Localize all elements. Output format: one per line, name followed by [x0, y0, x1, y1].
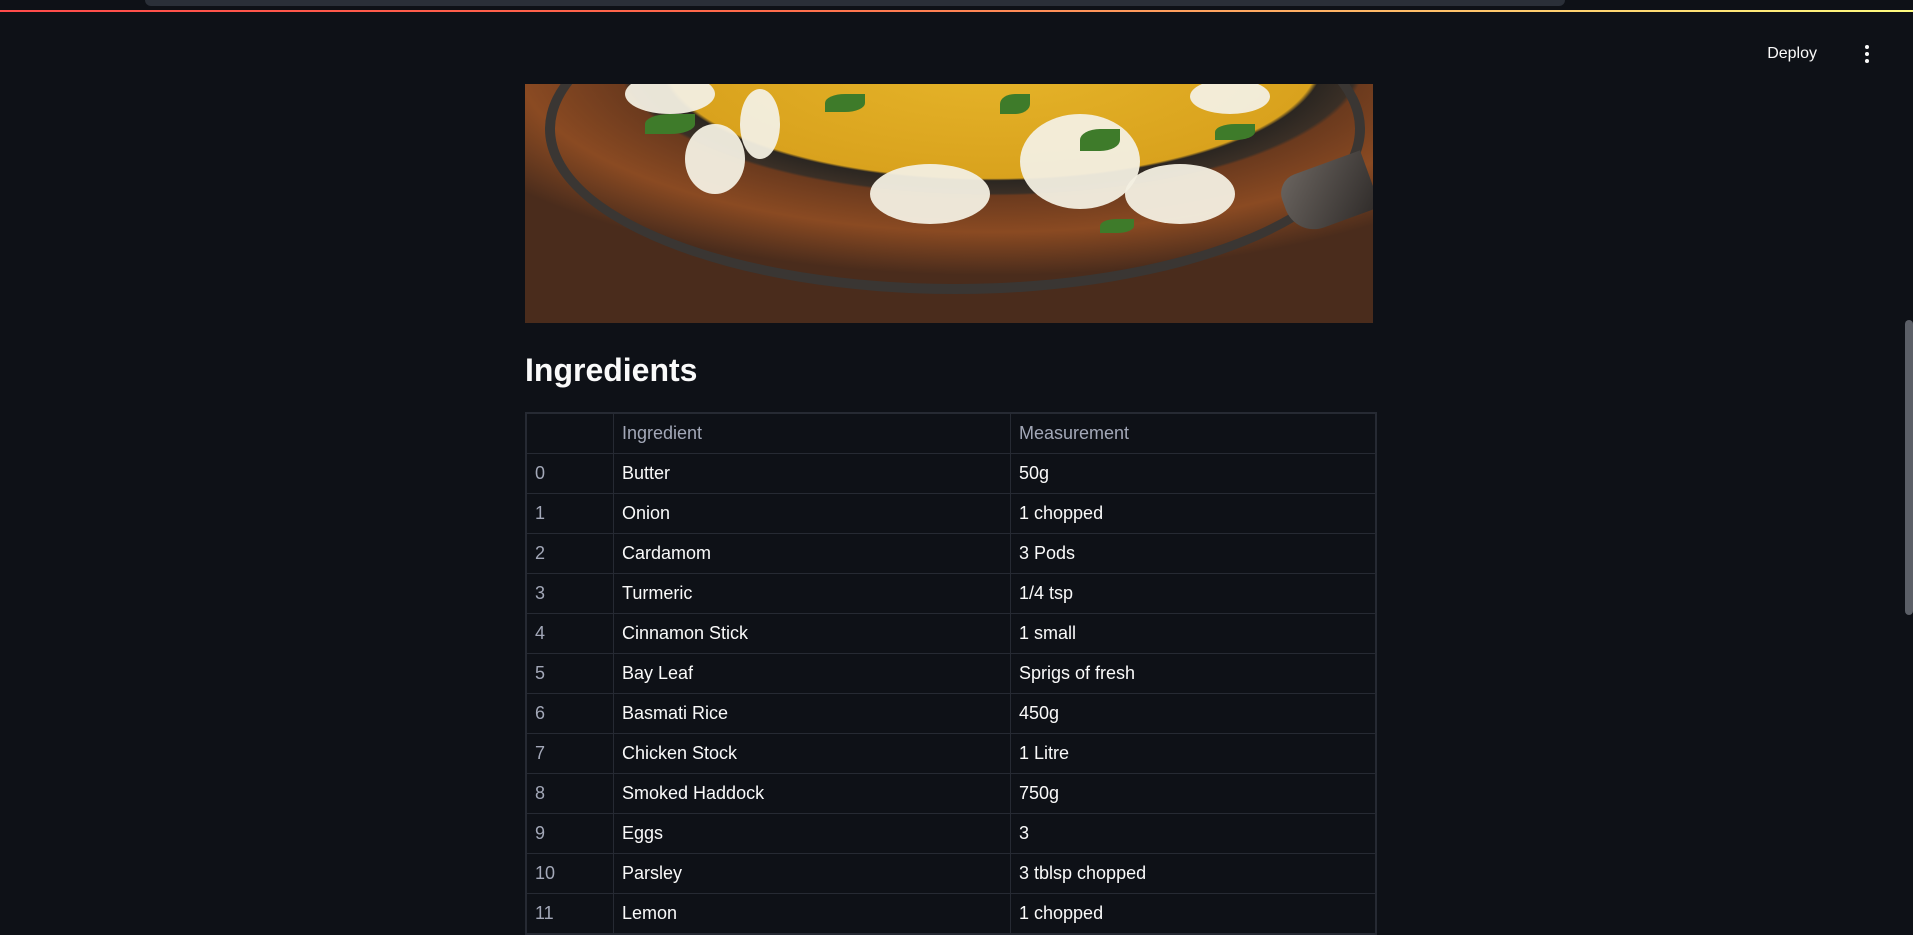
section-title: Ingredients [525, 352, 698, 388]
measurement-cell[interactable]: 3 Pods [1010, 533, 1376, 574]
ingredient-cell[interactable]: Butter [613, 453, 1011, 494]
ingredient-cell[interactable]: Bay Leaf [613, 653, 1011, 694]
row-index: 2 [526, 533, 614, 574]
egg-slice [1020, 114, 1140, 209]
ingredient-cell[interactable]: Parsley [613, 853, 1011, 894]
table-row[interactable]: 6 Basmati Rice 450g [526, 693, 1376, 734]
measurement-cell[interactable]: 1/4 tsp [1010, 573, 1376, 614]
ingredient-cell[interactable]: Eggs [613, 813, 1011, 854]
table-row[interactable]: 0 Butter 50g [526, 453, 1376, 494]
table-row[interactable]: 2 Cardamom 3 Pods [526, 533, 1376, 574]
measurement-cell[interactable]: 1 chopped [1010, 893, 1376, 934]
row-index: 6 [526, 693, 614, 734]
egg-slice [740, 89, 780, 159]
ingredient-cell[interactable]: Cinnamon Stick [613, 613, 1011, 654]
row-index: 0 [526, 453, 614, 494]
ingredients-table[interactable]: Ingredient Measurement 0 Butter 50g 1 On… [525, 412, 1377, 935]
table-row[interactable]: 4 Cinnamon Stick 1 small [526, 613, 1376, 654]
measurement-cell[interactable]: 50g [1010, 453, 1376, 494]
measurement-cell[interactable]: 1 small [1010, 613, 1376, 654]
vertical-ellipsis-icon[interactable] [1857, 42, 1877, 66]
measurement-cell[interactable]: 1 Litre [1010, 733, 1376, 774]
recipe-image [525, 84, 1373, 323]
egg-slice [685, 124, 745, 194]
herb-leaf [1080, 129, 1120, 151]
measurement-cell[interactable]: Sprigs of fresh [1010, 653, 1376, 694]
page-scrollbar[interactable] [1905, 320, 1913, 615]
row-index: 7 [526, 733, 614, 774]
browser-chrome-edge [145, 0, 1565, 6]
ingredient-cell[interactable]: Lemon [613, 893, 1011, 934]
app-header: Deploy [0, 14, 1913, 94]
herb-leaf [1100, 219, 1134, 233]
measurement-cell[interactable]: 1 chopped [1010, 493, 1376, 534]
ingredient-cell[interactable]: Smoked Haddock [613, 773, 1011, 814]
column-header-ingredient[interactable]: Ingredient [613, 413, 1011, 454]
measurement-cell[interactable]: 450g [1010, 693, 1376, 734]
table-row[interactable]: 3 Turmeric 1/4 tsp [526, 573, 1376, 614]
herb-leaf [645, 114, 695, 134]
column-header-index[interactable] [526, 413, 614, 454]
table-row[interactable]: 9 Eggs 3 [526, 813, 1376, 854]
measurement-cell[interactable]: 3 tblsp chopped [1010, 853, 1376, 894]
herb-leaf [1215, 124, 1255, 140]
column-header-measurement[interactable]: Measurement [1010, 413, 1376, 454]
row-index: 3 [526, 573, 614, 614]
ingredient-cell[interactable]: Chicken Stock [613, 733, 1011, 774]
row-index: 5 [526, 653, 614, 694]
measurement-cell[interactable]: 3 [1010, 813, 1376, 854]
herb-leaf [1000, 94, 1030, 114]
table-row[interactable]: 1 Onion 1 chopped [526, 493, 1376, 534]
ingredient-cell[interactable]: Turmeric [613, 573, 1011, 614]
table-row[interactable]: 5 Bay Leaf Sprigs of fresh [526, 653, 1376, 694]
table-row[interactable]: 7 Chicken Stock 1 Litre [526, 733, 1376, 774]
ingredient-cell[interactable]: Onion [613, 493, 1011, 534]
herb-leaf [825, 94, 865, 112]
row-index: 4 [526, 613, 614, 654]
row-index: 9 [526, 813, 614, 854]
menu-dot [1865, 59, 1869, 63]
table-row[interactable]: 8 Smoked Haddock 750g [526, 773, 1376, 814]
menu-dot [1865, 45, 1869, 49]
table-header-row: Ingredient Measurement [526, 413, 1376, 454]
egg-slice [870, 164, 990, 224]
row-index: 8 [526, 773, 614, 814]
deploy-button[interactable]: Deploy [1761, 44, 1823, 64]
menu-dot [1865, 52, 1869, 56]
measurement-cell[interactable]: 750g [1010, 773, 1376, 814]
row-index: 10 [526, 853, 614, 894]
row-index: 1 [526, 493, 614, 534]
egg-slice [1125, 164, 1235, 224]
table-row[interactable]: 10 Parsley 3 tblsp chopped [526, 853, 1376, 894]
ingredient-cell[interactable]: Basmati Rice [613, 693, 1011, 734]
header-decoration-line [0, 10, 1913, 12]
table-row[interactable]: 11 Lemon 1 chopped [526, 893, 1376, 934]
main-content: Ingredients Ingredient Measurement 0 But… [525, 84, 1377, 935]
ingredient-cell[interactable]: Cardamom [613, 533, 1011, 574]
row-index: 11 [526, 893, 614, 934]
